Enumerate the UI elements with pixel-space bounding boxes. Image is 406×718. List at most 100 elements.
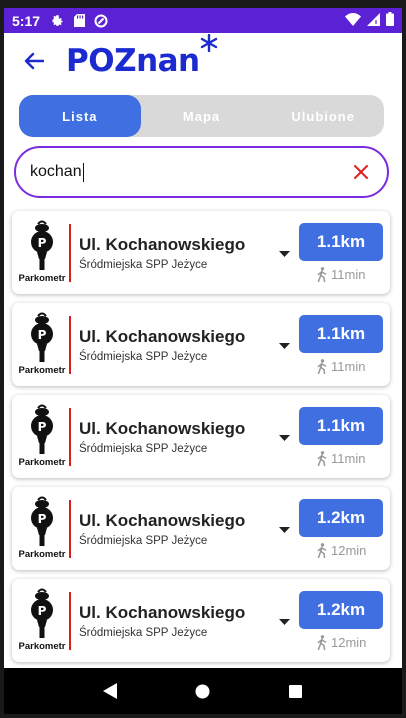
app-screen: 5:17 POZnan Lista Mapa Ulubione kochan P… — [4, 8, 402, 714]
nav-back-button[interactable] — [95, 676, 125, 706]
distance-button[interactable]: 1.1km — [299, 315, 383, 353]
walk-time-text: 11min — [331, 267, 366, 282]
svg-text:P: P — [38, 420, 47, 434]
poznan-logo: POZnan — [66, 33, 217, 79]
card-divider — [69, 592, 71, 650]
nav-home-button[interactable] — [188, 676, 218, 706]
parking-meter: P Parkometr — [16, 403, 66, 473]
caret-down-icon — [278, 435, 290, 441]
caret-down-icon — [278, 619, 290, 625]
expand-dropdown[interactable] — [276, 340, 292, 352]
wifi-icon — [345, 12, 361, 29]
caret-down-icon — [278, 251, 290, 257]
walk-time: 11min — [317, 451, 365, 466]
zone-name: Śródmiejska SPP Jeżyce — [79, 351, 208, 363]
back-triangle-icon — [103, 683, 118, 699]
svg-text:P: P — [38, 512, 47, 526]
text-cursor — [82, 162, 85, 182]
walking-person-icon — [317, 635, 327, 650]
results-list: P Parkometr Ul. Kochanowskiego Śródmiejs… — [12, 211, 390, 671]
expand-dropdown[interactable] — [276, 432, 292, 444]
distance-button[interactable]: 1.2km — [299, 499, 383, 537]
parking-meter-icon: P — [31, 220, 53, 270]
svg-text:P: P — [38, 604, 47, 618]
street-name: Ul. Kochanowskiego — [79, 235, 246, 254]
zone-name: Śródmiejska SPP Jeżyce — [79, 443, 208, 455]
distance-button[interactable]: 1.1km — [299, 407, 383, 445]
meter-label: Parkometr — [18, 365, 66, 376]
sd-card-icon — [72, 14, 86, 28]
walk-time: 11min — [317, 267, 365, 282]
parking-meter: P Parkometr — [16, 311, 66, 381]
svg-text:P: P — [38, 236, 47, 250]
data-saver-icon — [94, 14, 108, 28]
status-right-icons — [345, 12, 394, 29]
expand-dropdown[interactable] — [276, 524, 292, 536]
card-divider — [69, 500, 71, 558]
parking-result-card[interactable]: P Parkometr Ul. Kochanowskiego Śródmiejs… — [12, 211, 390, 294]
parking-meter: P Parkometr — [16, 219, 66, 289]
walking-person-icon — [317, 451, 327, 466]
street-name: Ul. Kochanowskiego — [79, 511, 246, 530]
distance-button[interactable]: 1.2km — [299, 591, 383, 629]
parking-result-card[interactable]: P Parkometr Ul. Kochanowskiego Śródmiejs… — [12, 487, 390, 570]
meter-label: Parkometr — [18, 273, 66, 284]
parking-result-card[interactable]: P Parkometr Ul. Kochanowskiego Śródmiejs… — [12, 579, 390, 662]
meter-label: Parkometr — [18, 641, 66, 652]
walk-time: 11min — [317, 359, 365, 374]
view-tabs: Lista Mapa Ulubione — [19, 95, 384, 137]
tab-label: Mapa — [182, 108, 221, 124]
walk-time-text: 11min — [331, 451, 366, 466]
tab-ulubione[interactable]: Ulubione — [262, 95, 384, 137]
street-name: Ul. Kochanowskiego — [79, 327, 246, 346]
clear-search-button[interactable] — [349, 160, 373, 184]
zone-name: Śródmiejska SPP Jeżyce — [79, 259, 208, 271]
caret-down-icon — [278, 527, 290, 533]
parking-meter: P Parkometr — [16, 495, 66, 565]
tab-lista[interactable]: Lista — [19, 95, 141, 137]
battery-icon — [386, 12, 394, 29]
status-time: 5:17 — [12, 12, 41, 29]
arrow-left-icon — [24, 52, 44, 70]
status-bar: 5:17 — [4, 8, 402, 33]
expand-dropdown[interactable] — [276, 248, 292, 260]
search-input[interactable]: kochan — [14, 146, 389, 198]
recents-square-icon — [289, 684, 303, 698]
parking-meter: P Parkometr — [16, 587, 66, 657]
nav-recents-button[interactable] — [281, 676, 311, 706]
walk-time: 12min — [317, 635, 366, 650]
card-divider — [69, 408, 71, 466]
walking-person-icon — [317, 267, 327, 282]
meter-label: Parkometr — [18, 457, 66, 468]
back-button[interactable] — [12, 39, 56, 83]
parking-result-card[interactable]: P Parkometr Ul. Kochanowskiego Śródmiejs… — [12, 395, 390, 478]
app-bar: POZnan — [4, 33, 402, 89]
parking-meter-icon: P — [31, 588, 53, 638]
distance-button[interactable]: 1.1km — [299, 223, 383, 261]
walk-time-text: 12min — [331, 543, 367, 558]
zone-name: Śródmiejska SPP Jeżyce — [79, 627, 208, 639]
walking-person-icon — [317, 543, 327, 558]
street-name: Ul. Kochanowskiego — [79, 603, 246, 622]
parking-meter-icon: P — [31, 404, 53, 454]
street-name: Ul. Kochanowskiego — [79, 419, 246, 438]
gear-icon — [50, 14, 64, 28]
close-icon — [354, 165, 368, 179]
parking-meter-icon: P — [31, 312, 53, 362]
walking-person-icon — [317, 359, 327, 374]
walk-time-text: 11min — [331, 359, 366, 374]
tab-label: Lista — [62, 108, 98, 124]
parking-meter-icon: P — [31, 496, 53, 546]
tab-mapa[interactable]: Mapa — [141, 95, 263, 137]
card-divider — [69, 316, 71, 374]
meter-label: Parkometr — [18, 549, 66, 560]
walk-time: 12min — [317, 543, 366, 558]
logo-upper: POZ — [66, 42, 137, 79]
caret-down-icon — [278, 343, 290, 349]
logo-star-icon — [200, 33, 217, 52]
expand-dropdown[interactable] — [276, 616, 292, 628]
home-circle-icon — [195, 684, 210, 698]
logo-lower: nan — [136, 42, 200, 79]
parking-result-card[interactable]: P Parkometr Ul. Kochanowskiego Śródmiejs… — [12, 303, 390, 386]
search-value: kochan — [30, 163, 82, 180]
